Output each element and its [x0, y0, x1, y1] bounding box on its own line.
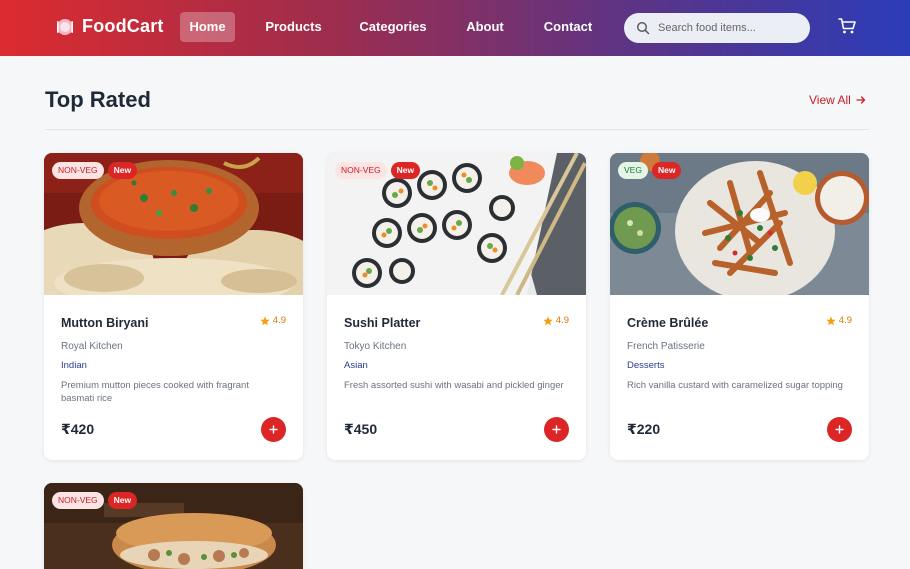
product-card[interactable]: VEG New Crème Brûlée 4.9 French Patisser… [610, 153, 869, 460]
product-image: NON-VEG New [327, 153, 586, 295]
food-name: Mutton Biryani [61, 316, 149, 330]
new-badge: New [107, 162, 138, 179]
rating: 4.9 [826, 315, 852, 326]
nav-home[interactable]: Home [180, 12, 235, 42]
rating-value: 4.9 [838, 315, 852, 326]
diet-badge: NON-VEG [335, 162, 387, 179]
nav-products[interactable]: Products [262, 12, 325, 42]
rating: 4.9 [260, 315, 286, 326]
plus-icon [552, 425, 561, 434]
search-icon [636, 21, 650, 35]
navbar: FoodCart Home Products Categories About … [0, 0, 910, 56]
rating-value: 4.9 [555, 315, 569, 326]
nav-contact[interactable]: Contact [540, 12, 596, 42]
restaurant-name: Tokyo Kitchen [344, 341, 407, 352]
add-to-cart-button[interactable] [261, 417, 286, 442]
star-icon [260, 316, 270, 325]
cuisine-label: Asian [344, 360, 368, 371]
star-icon [543, 316, 553, 325]
search-bar[interactable] [624, 13, 810, 43]
food-price: ₹450 [344, 421, 378, 437]
nav-categories[interactable]: Categories [356, 12, 430, 42]
search-input[interactable] [658, 22, 808, 34]
food-price: ₹420 [61, 421, 95, 437]
new-badge: New [390, 162, 421, 179]
product-image: NON-VEG New [44, 483, 303, 569]
product-card[interactable]: NON-VEG New Sushi Platter 4.9 Tokyo Kitc… [327, 153, 586, 460]
rating-value: 4.9 [272, 315, 286, 326]
food-name: Crème Brûlée [627, 316, 709, 330]
add-to-cart-button[interactable] [827, 417, 852, 442]
food-description: Fresh assorted sushi with wasabi and pic… [344, 380, 564, 391]
arrow-right-icon [856, 96, 865, 104]
product-card[interactable]: NON-VEG New [44, 483, 303, 569]
nav-about[interactable]: About [462, 12, 508, 42]
restaurant-name: Royal Kitchen [61, 341, 123, 352]
diet-badge: NON-VEG [52, 492, 104, 509]
add-to-cart-button[interactable] [544, 417, 569, 442]
plus-icon [269, 425, 278, 434]
product-image: VEG New [610, 153, 869, 295]
cuisine-label: Desserts [627, 360, 665, 371]
food-description: Rich vanilla custard with caramelized su… [627, 380, 843, 391]
food-price: ₹220 [627, 421, 661, 437]
product-image: NON-VEG New [44, 153, 303, 295]
view-all-link[interactable]: View All [809, 93, 866, 107]
brand-logo[interactable]: FoodCart [56, 16, 164, 37]
diet-badge: VEG [618, 162, 648, 179]
food-name: Sushi Platter [344, 316, 421, 330]
star-icon [826, 316, 836, 325]
cuisine-label: Indian [61, 360, 87, 371]
new-badge: New [651, 162, 682, 179]
view-all-label: View All [809, 93, 851, 107]
food-description: Premium mutton pieces cooked with fragra… [61, 380, 249, 404]
plus-icon [835, 425, 844, 434]
rating: 4.9 [543, 315, 569, 326]
section-divider [45, 129, 869, 130]
diet-badge: NON-VEG [52, 162, 104, 179]
section-title: Top Rated [45, 87, 151, 112]
restaurant-name: French Patisserie [627, 341, 705, 352]
brand-name: FoodCart [82, 16, 164, 36]
product-card[interactable]: NON-VEG New Mutton Biryani 4.9 Royal Kit… [44, 153, 303, 460]
plate-icon [57, 18, 73, 35]
new-badge: New [107, 492, 138, 509]
cart-icon[interactable] [838, 17, 857, 35]
